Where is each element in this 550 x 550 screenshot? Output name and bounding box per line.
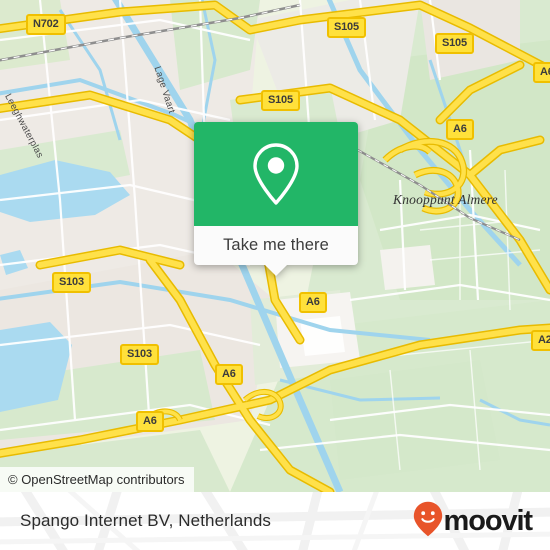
road-shield[interactable]: A27 bbox=[531, 330, 550, 351]
road-shield[interactable]: S105 bbox=[435, 33, 474, 54]
road-shield[interactable]: S105 bbox=[327, 17, 366, 38]
callout-icon-area bbox=[194, 122, 358, 226]
road-shield[interactable]: A6 bbox=[446, 119, 474, 140]
place-label-knooppunt-almere: Knooppunt Almere bbox=[393, 192, 498, 207]
attribution-text: © OpenStreetMap contributors bbox=[8, 472, 185, 487]
moovit-wordmark: moovit bbox=[443, 505, 534, 537]
road-shield[interactable]: S103 bbox=[120, 344, 159, 365]
road-shield[interactable]: S105 bbox=[261, 90, 300, 111]
road-shield[interactable]: A6 bbox=[533, 62, 550, 83]
callout-action-area[interactable]: Take me there bbox=[194, 226, 358, 276]
road-shield[interactable]: S103 bbox=[52, 272, 91, 293]
location-callout-card[interactable]: Take me there bbox=[194, 122, 358, 276]
take-me-there-label: Take me there bbox=[223, 236, 329, 254]
callout-pointer-tail bbox=[265, 265, 287, 276]
map-screenshot: N702 S105 S105 S105 A6 A6 S103 A6 S103 A… bbox=[0, 0, 550, 550]
moovit-brand[interactable]: moovit bbox=[413, 501, 534, 542]
map-pin-icon bbox=[253, 143, 299, 205]
road-shield[interactable]: N702 bbox=[26, 14, 66, 35]
road-shield[interactable]: A6 bbox=[136, 411, 164, 432]
map-attribution[interactable]: © OpenStreetMap contributors bbox=[0, 467, 194, 492]
page-title: Spango Internet BV, Netherlands bbox=[20, 511, 272, 530]
footer-bar: Spango Internet BV, Netherlands moovit bbox=[0, 492, 550, 550]
road-shield[interactable]: A6 bbox=[215, 364, 243, 385]
moovit-pin-smiley-icon bbox=[413, 501, 443, 542]
road-shield[interactable]: A6 bbox=[299, 292, 327, 313]
map-canvas[interactable]: N702 S105 S105 S105 A6 A6 S103 A6 S103 A… bbox=[0, 0, 550, 492]
